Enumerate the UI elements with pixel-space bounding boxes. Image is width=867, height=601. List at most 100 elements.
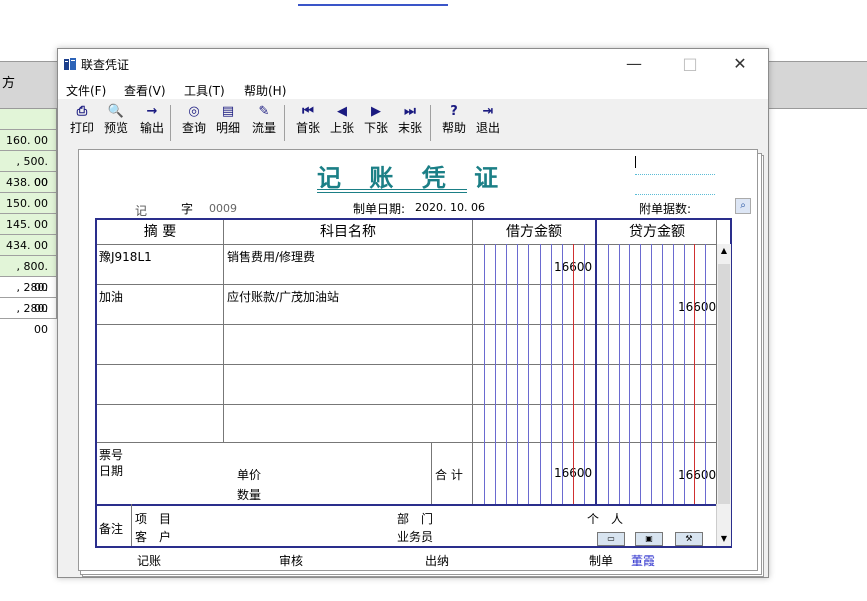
grid-row-line	[97, 364, 716, 365]
search-icon[interactable]: ⌕	[735, 198, 751, 214]
grid-column-line	[472, 220, 473, 504]
voucher-date[interactable]: 2020. 10. 06	[415, 201, 485, 214]
printer-icon: ⎙	[76, 104, 88, 119]
dotted-line	[635, 194, 715, 195]
scroll-down-arrow[interactable]: ▼	[717, 532, 731, 546]
header-credit: 贷方金额	[629, 224, 685, 240]
menu-view[interactable]: 查看(V)	[124, 82, 166, 99]
toolbar-next-button[interactable]: ▶ 下张	[360, 103, 392, 141]
toolbar-help-button[interactable]: ? 帮助	[438, 103, 470, 141]
amount-digit-line	[540, 244, 541, 504]
background-header-cell: 方	[0, 61, 60, 107]
title-bar[interactable]: 联查凭证 — □ ✕	[58, 49, 768, 79]
amount-digit-line	[517, 244, 518, 504]
window-title: 联查凭证	[81, 58, 130, 72]
toolbar-prev-button[interactable]: ◀ 上张	[326, 103, 358, 141]
background-amount-cell: , 500. 00	[0, 151, 57, 189]
toolbar-label: 明细	[215, 121, 240, 135]
background-amount-cell: 434. 00	[0, 235, 57, 256]
background-amount-cell: , 280. 00	[0, 298, 57, 336]
amount-digit-line	[705, 244, 706, 504]
footer-bookkeeping: 记账	[137, 554, 162, 568]
close-button[interactable]: ✕	[720, 49, 760, 79]
row-1-summary[interactable]: 豫J918L1	[99, 248, 152, 265]
row-2-account[interactable]: 应付账款/广茂加油站	[227, 288, 339, 305]
background-amount-cell: 438. 00	[0, 172, 57, 193]
toolbar-label: 末张	[397, 121, 422, 135]
toolbar-label: 帮助	[441, 121, 466, 135]
toolbar-preview-button[interactable]: 🔍 预览	[100, 103, 132, 141]
menu-tools[interactable]: 工具(T)	[184, 82, 225, 99]
date-label: 制单日期:	[353, 202, 406, 216]
amount-digit-line	[684, 244, 685, 504]
menu-help[interactable]: 帮助(H)	[244, 82, 286, 99]
row-1-account[interactable]: 销售费用/修理费	[227, 248, 315, 265]
amount-digit-line	[528, 244, 529, 504]
footer-review: 审核	[279, 554, 304, 568]
person-label: 个 人	[587, 512, 624, 526]
amount-digit-line	[506, 244, 507, 504]
next-icon: ▶	[371, 104, 381, 119]
grid-row-line	[97, 504, 716, 506]
title-underline	[317, 189, 467, 190]
background-amount-cell: 150. 00	[0, 193, 57, 214]
toolbar-last-button[interactable]: ⏭ 末张	[394, 103, 426, 141]
toolbar-printer-button[interactable]: ⎙ 打印	[66, 103, 98, 141]
amount-digit-line	[694, 244, 695, 504]
scroll-up-arrow[interactable]: ▲	[717, 244, 731, 258]
unit-price-label: 单价	[237, 468, 262, 482]
exit-icon: ⇥	[482, 104, 494, 119]
tool-icon[interactable]: ⚒	[675, 532, 703, 546]
toolbar-export-button[interactable]: → 输出	[136, 103, 168, 141]
amount-digit-line	[551, 244, 552, 504]
toolbar-binoculars-button[interactable]: ◎ 查询	[178, 103, 210, 141]
dotted-line	[635, 174, 715, 175]
toolbar-label: 输出	[139, 121, 164, 135]
minimize-button[interactable]: —	[614, 49, 654, 79]
grid-row-line	[97, 404, 716, 405]
maximize-button[interactable]: □	[670, 49, 710, 79]
menu-file[interactable]: 文件(F)	[66, 82, 106, 99]
help-icon: ?	[450, 104, 458, 119]
customer-label: 客 户	[135, 530, 172, 544]
grid-column-line	[223, 220, 224, 442]
vertical-scrollbar[interactable]: ▲ ▼	[716, 244, 731, 546]
flow-icon: ✎	[258, 104, 270, 119]
amount-digit-line	[673, 244, 674, 504]
toolbar-detail-button[interactable]: ▤ 明细	[212, 103, 244, 141]
ticket-no-label: 票号	[99, 448, 124, 462]
account-book-icon[interactable]: ▭	[597, 532, 625, 546]
background-link[interactable]	[298, 0, 448, 6]
first-icon: ⏮	[302, 104, 314, 119]
detail-icon: ▤	[221, 104, 235, 119]
project-label: 项 目	[135, 512, 172, 526]
toolbar-exit-button[interactable]: ⇥ 退出	[472, 103, 504, 141]
grid-row-line	[97, 442, 716, 443]
grid-row-line	[97, 324, 716, 325]
toolbar-label: 上张	[329, 121, 354, 135]
grid-column-line	[431, 442, 432, 504]
header-debit: 借方金额	[506, 224, 562, 240]
binoculars-icon: ◎	[188, 104, 200, 119]
header-summary: 摘 要	[143, 224, 177, 240]
voucher-number[interactable]: 0009	[209, 202, 237, 215]
toolbar-first-button[interactable]: ⏮ 首张	[292, 103, 324, 141]
grid-row-line	[97, 244, 716, 245]
grid-column-line	[131, 504, 132, 546]
toolbar-label: 流量	[251, 121, 276, 135]
voucher-type[interactable]: 记	[135, 202, 147, 219]
scroll-thumb[interactable]	[718, 264, 730, 504]
menu-bar: 文件(F) 查看(V) 工具(T) 帮助(H)	[58, 79, 768, 99]
row-2-summary[interactable]: 加油	[99, 288, 123, 305]
amount-digit-line	[484, 244, 485, 504]
background-amount-cell: 145. 00	[0, 214, 57, 235]
bottom-date-label: 日期	[99, 464, 124, 478]
toolbar-flow-button[interactable]: ✎ 流量	[248, 103, 280, 141]
background-amount-cell	[0, 109, 57, 130]
background-amount-cell: , 800. 00	[0, 256, 57, 294]
background-amount-cell: , 280. 00	[0, 277, 57, 315]
title-underline	[317, 192, 467, 193]
toolbar-label: 打印	[69, 121, 94, 135]
toolbar-label: 首张	[295, 121, 320, 135]
card-icon[interactable]: ▣	[635, 532, 663, 546]
